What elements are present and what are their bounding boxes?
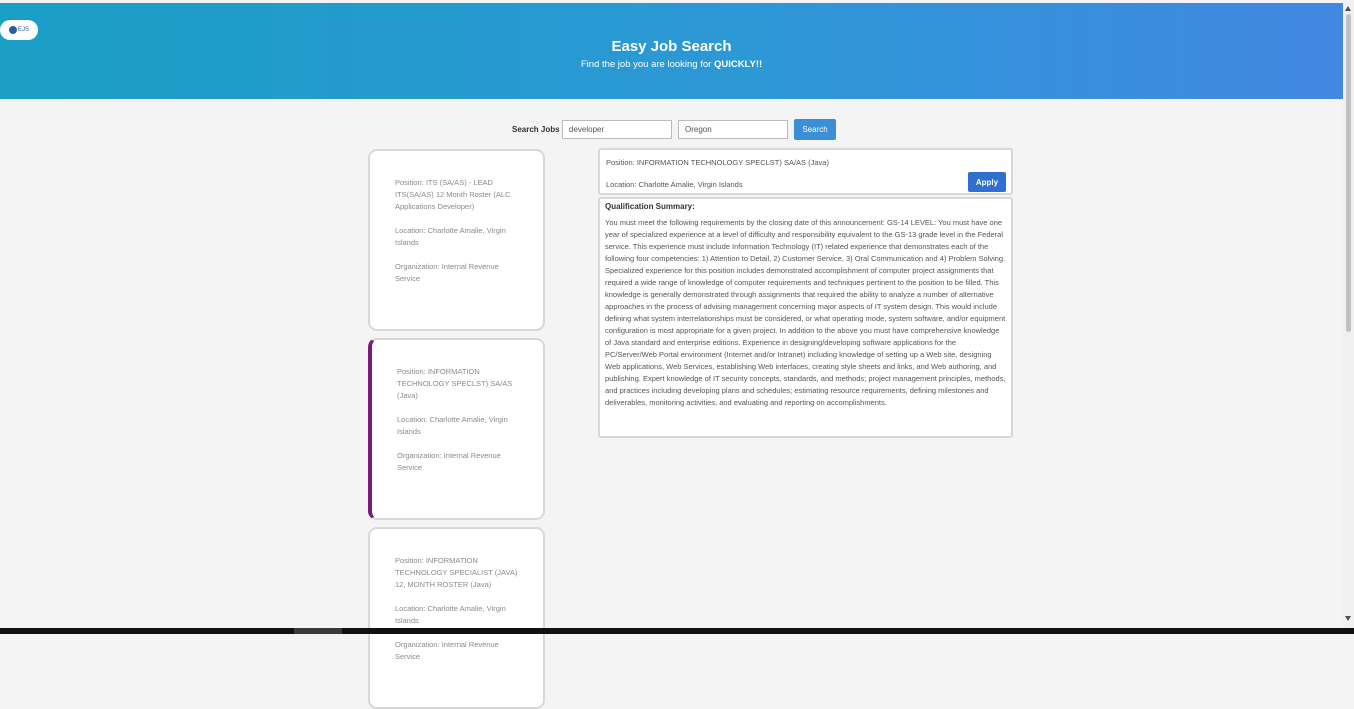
job-card[interactable]: Position: ITS (SA/AS) - LEAD ITS(SA/AS) … (368, 149, 545, 331)
job-location: Location: Charlotte Amalie, Virgin Islan… (395, 226, 506, 247)
detail-location: Location: Charlotte Amalie, Virgin Islan… (606, 180, 743, 189)
job-location: Location: Charlotte Amalie, Virgin Islan… (395, 604, 506, 625)
detail-position: Position: INFORMATION TECHNOLOGY SPECLST… (606, 158, 829, 167)
vertical-scrollbar[interactable] (1343, 0, 1354, 628)
search-label: Search Jobs (512, 125, 560, 134)
job-organization: Organization: Internal Revenue Service (397, 451, 501, 472)
search-location-input[interactable] (678, 120, 788, 139)
scroll-up-arrow-icon[interactable] (1345, 6, 1351, 11)
job-position: Position: ITS (SA/AS) - LEAD ITS(SA/AS) … (395, 178, 511, 211)
job-location: Location: Charlotte Amalie, Virgin Islan… (397, 415, 508, 436)
job-card-selected[interactable]: Position: INFORMATION TECHNOLOGY SPECLST… (368, 338, 545, 520)
search-query-input[interactable] (562, 120, 672, 139)
search-button[interactable]: Search (794, 119, 836, 140)
job-position: Position: INFORMATION TECHNOLOGY SPECLST… (397, 367, 513, 400)
qualification-summary: Qualification Summary: You must meet the… (598, 197, 1013, 438)
job-organization: Organization: Internal Revenue Service (395, 262, 499, 283)
job-detail-header: Position: INFORMATION TECHNOLOGY SPECLST… (598, 148, 1013, 195)
bottom-bar (0, 628, 1354, 634)
job-card[interactable]: Position: INFORMATION TECHNOLOGY SPECIAL… (368, 527, 545, 709)
page-subtitle: Find the job you are looking for QUICKLY… (0, 59, 1343, 70)
scroll-down-arrow-icon[interactable] (1345, 616, 1351, 621)
page-title: Easy Job Search (611, 38, 732, 55)
summary-title: Qualification Summary: (605, 202, 695, 211)
subtitle-emphasis: QUICKLY!! (713, 59, 763, 70)
summary-text: You must meet the following requirements… (605, 218, 1006, 407)
job-position: Position: INFORMATION TECHNOLOGY SPECIAL… (395, 556, 518, 589)
scrollbar-thumb[interactable] (1346, 14, 1351, 332)
logo-text: EJS (17, 27, 29, 33)
apply-button[interactable]: Apply (968, 172, 1006, 192)
subtitle-text: Find the job you are looking for (580, 59, 714, 70)
logo[interactable]: EJS (0, 20, 38, 40)
job-organization: Organization: Internal Revenue Service (395, 640, 499, 661)
page-header: EJS Easy Job Search Find the job you are… (0, 3, 1343, 99)
globe-icon (8, 26, 17, 34)
bottom-bar-segment (294, 628, 342, 634)
